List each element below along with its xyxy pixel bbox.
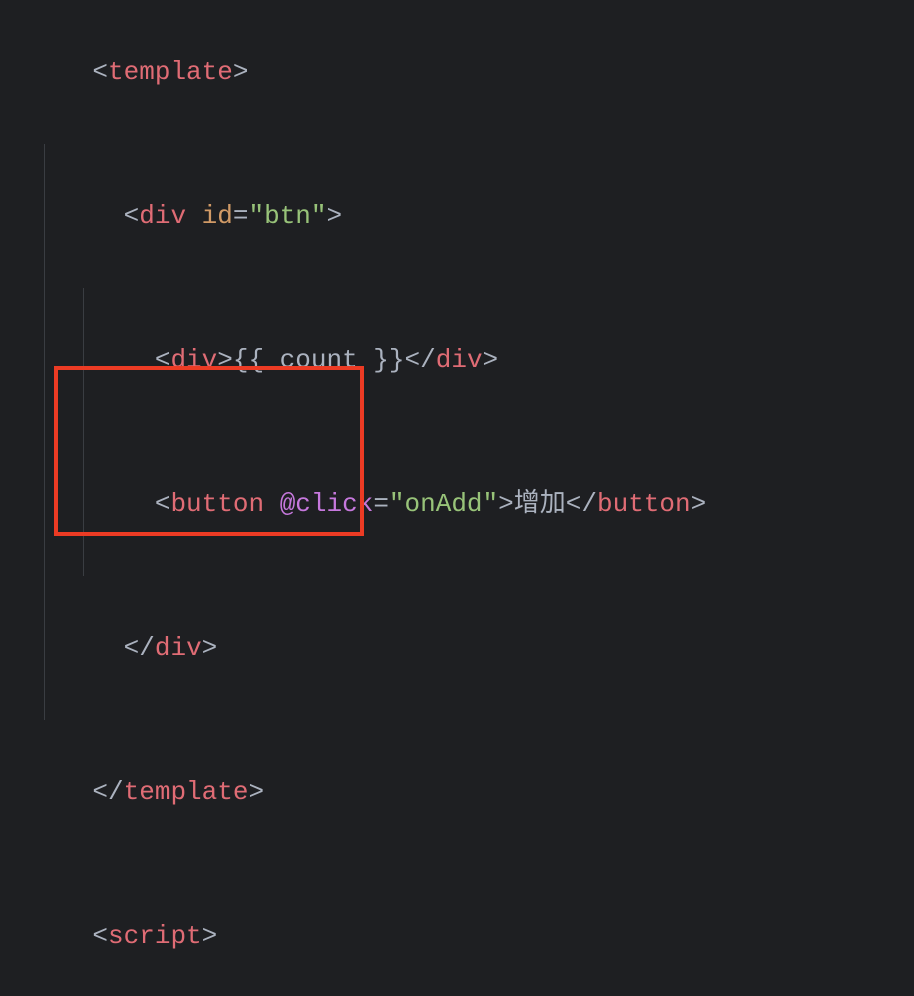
tag-template: template [108,57,233,87]
mustache-count: {{ count }} [233,345,405,375]
tag-button: button [170,489,264,519]
angle-close: > [233,57,249,87]
code-line[interactable]: </div> [0,576,914,720]
directive-click: @click [280,489,374,519]
code-line[interactable]: <script> [0,864,914,996]
code-line[interactable]: <button @click="onAdd">增加</button> [0,432,914,576]
angle-open: < [92,57,108,87]
code-editor[interactable]: <template> <div id="btn"> <div>{{ count … [0,0,914,996]
code-line[interactable]: <div id="btn"> [0,144,914,288]
code-line[interactable]: <template> [0,0,914,144]
button-text: 增加 [514,489,566,519]
attr-id: id [202,201,233,231]
click-handler: "onAdd" [389,489,498,519]
tag-div: div [139,201,186,231]
code-line[interactable]: <div>{{ count }}</div> [0,288,914,432]
tag-script: script [108,921,202,951]
code-line[interactable]: </template> [0,720,914,864]
attr-value-btn: "btn" [249,201,327,231]
